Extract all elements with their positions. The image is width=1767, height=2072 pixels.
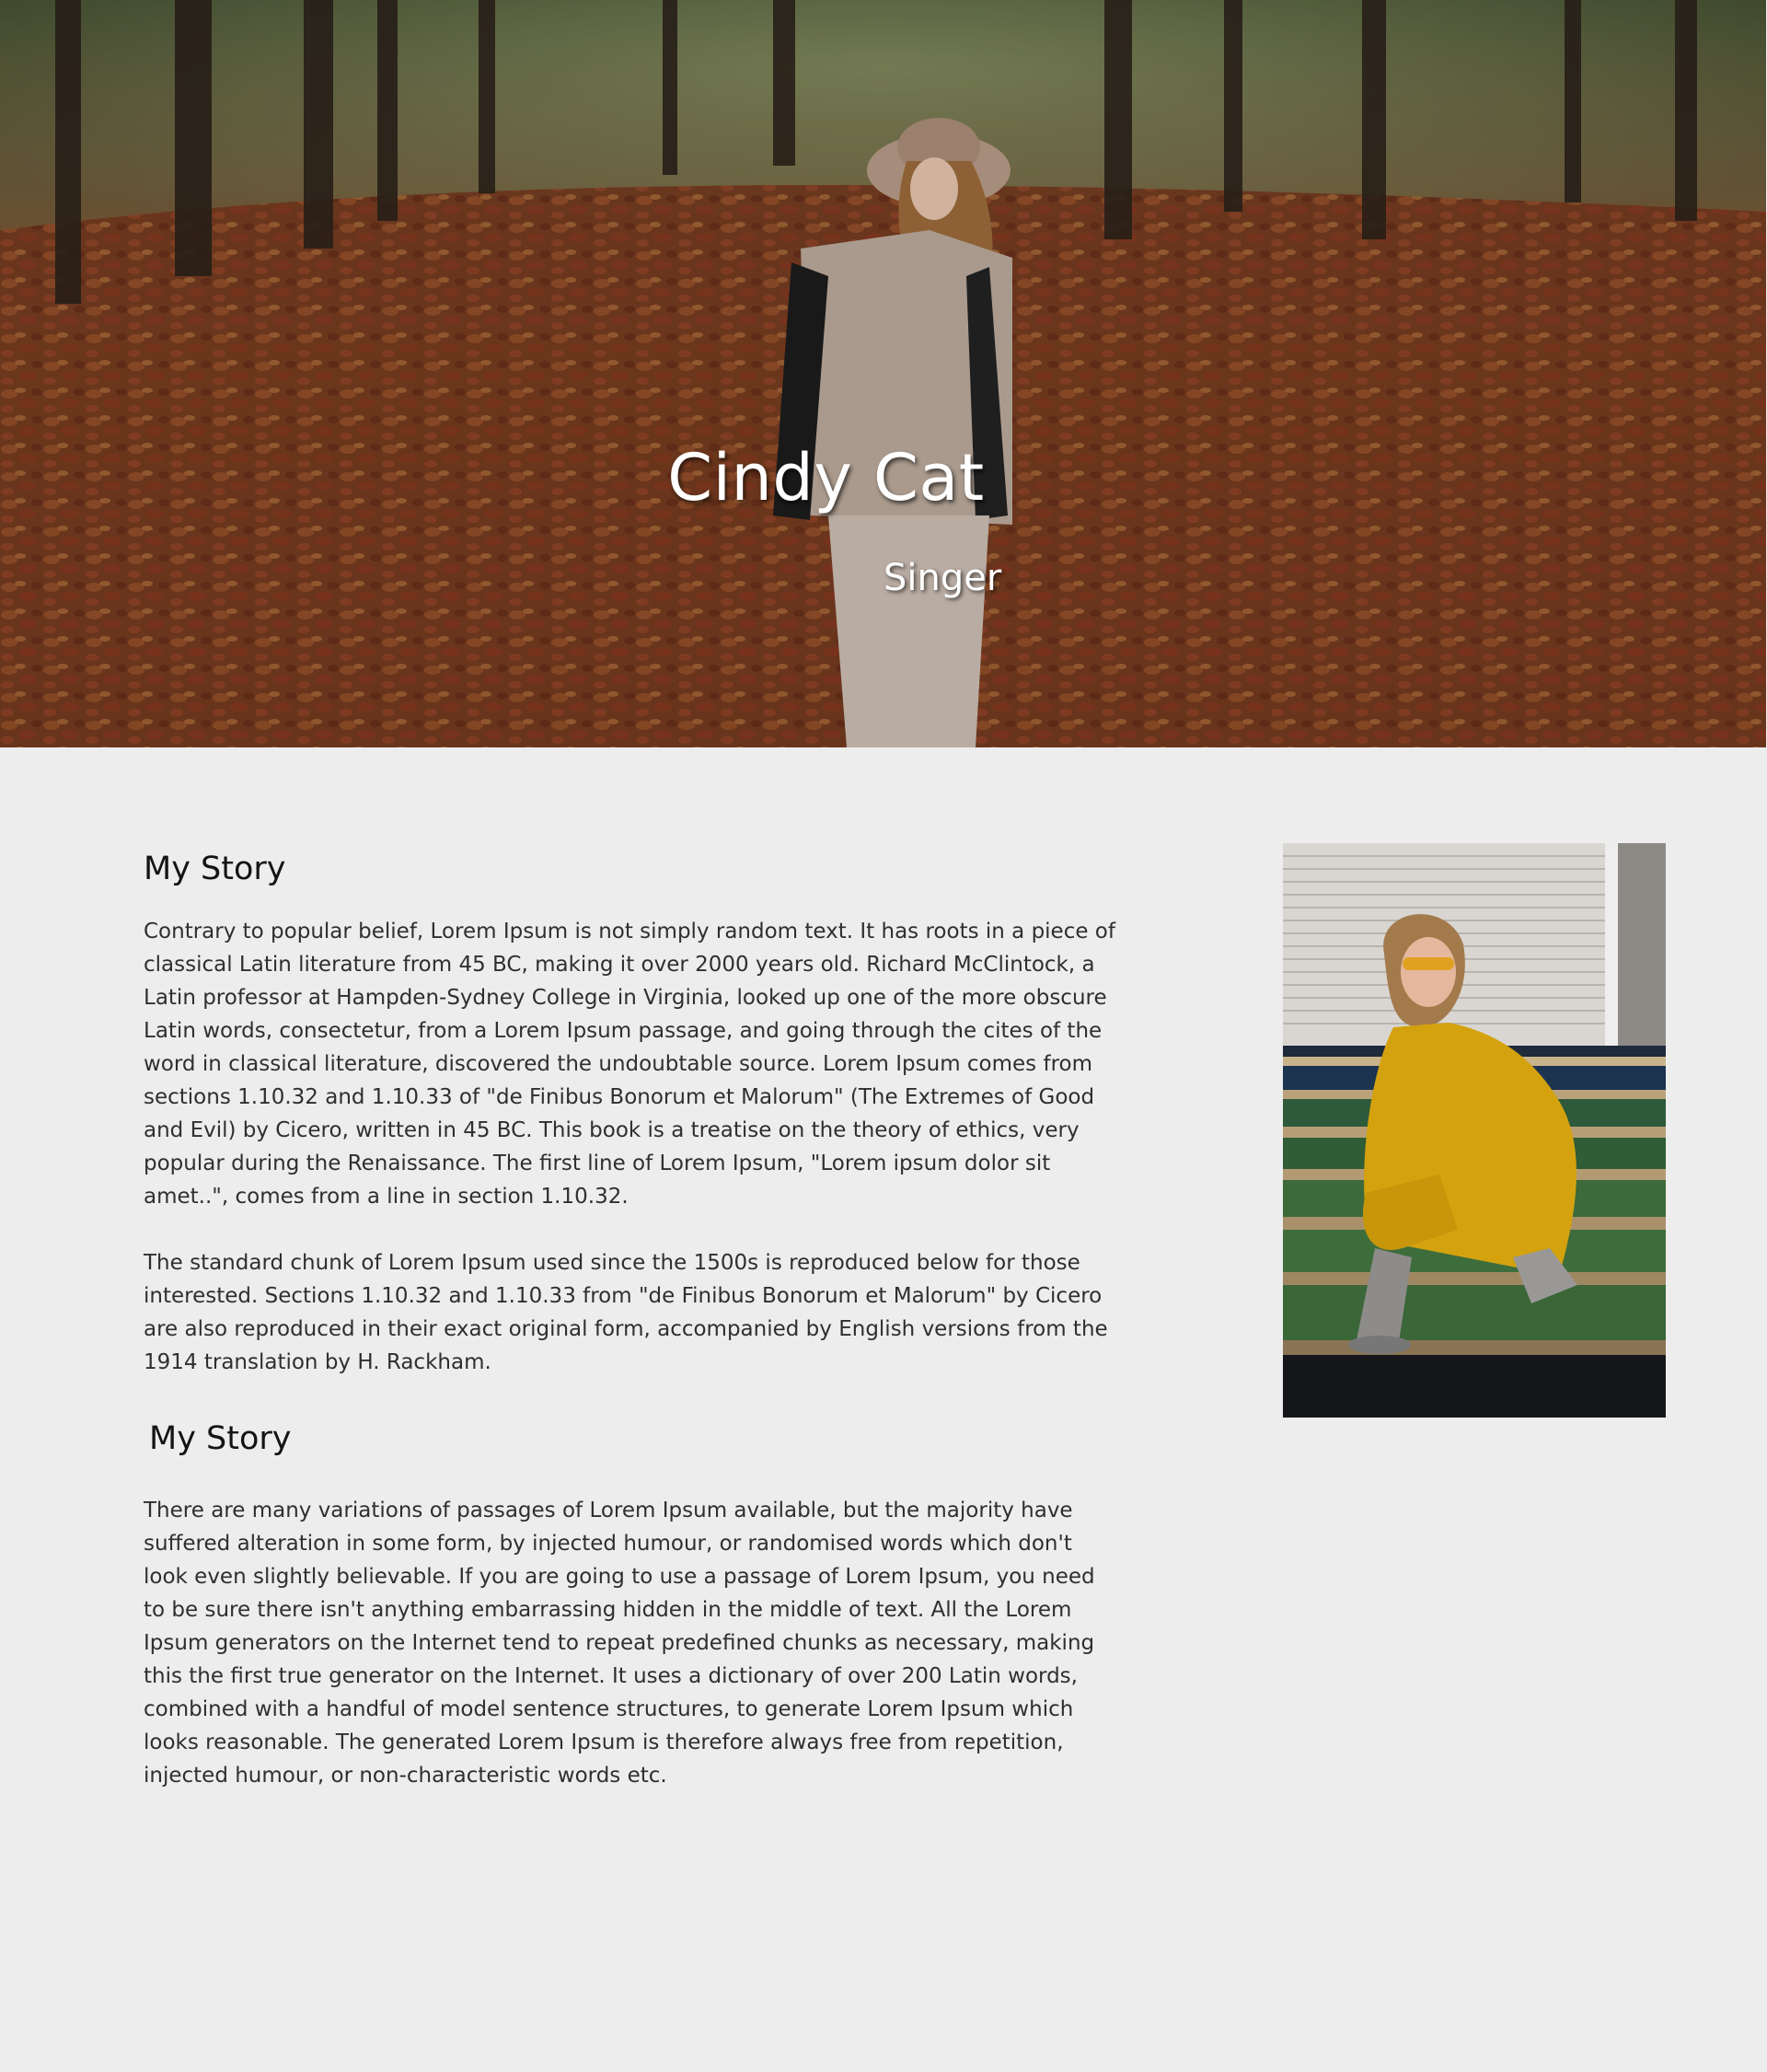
- hero-image: [0, 0, 1766, 747]
- side-photo: [1283, 843, 1666, 1418]
- story-paragraph-1: Contrary to popular belief, Lorem Ipsum …: [144, 920, 1115, 1209]
- story-heading-2: My Story: [149, 1420, 292, 1457]
- story-paragraph-3: There are many variations of passages of…: [144, 1499, 1095, 1788]
- story-heading-1: My Story: [144, 851, 286, 887]
- side-photo-image: [1283, 843, 1666, 1418]
- hero-subtitle: Singer: [884, 557, 1002, 599]
- hero-title: Cindy Cat: [667, 440, 985, 515]
- hero-banner: Cindy Cat Singer: [0, 0, 1766, 747]
- story-paragraph-2: The standard chunk of Lorem Ipsum used s…: [144, 1251, 1108, 1374]
